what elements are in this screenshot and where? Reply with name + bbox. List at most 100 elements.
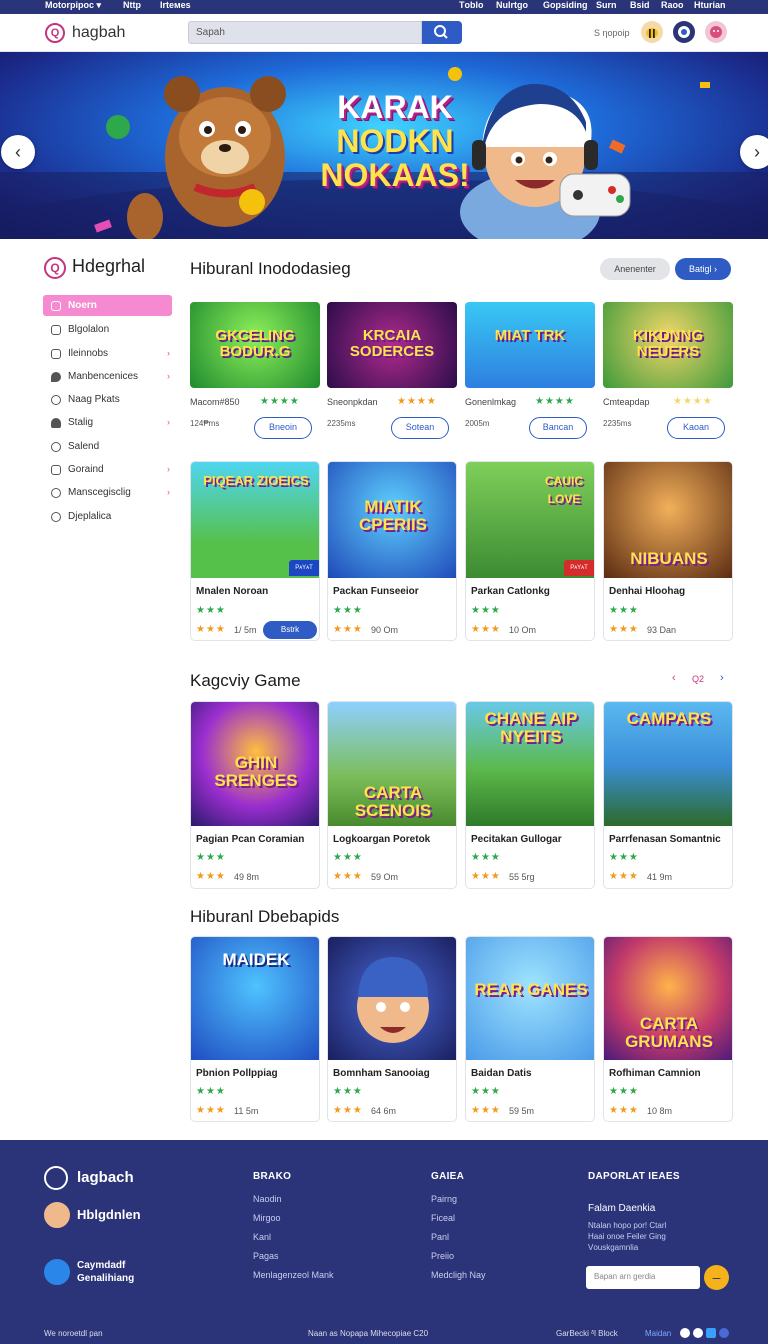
sidebar-item-label: Nᴏern	[68, 300, 97, 311]
topnav-link-0[interactable]: Mᴏtᴏrpipᴏᴄ ▾	[45, 0, 101, 10]
latest-card-3[interactable]: CARTA GRUMANS Rofhiman Camnion ★★★ ★★★ 1…	[603, 936, 733, 1122]
featured-primary-label: Batigl	[688, 264, 712, 274]
logo-text[interactable]: hagbah	[72, 24, 125, 42]
popular-card-1[interactable]: CARTA SCENOIS Logkoargan Poretok ★★★ ★★★…	[327, 701, 457, 889]
bee-icon[interactable]	[641, 21, 663, 43]
sidebar-item-5[interactable]: Stalig ›	[43, 412, 172, 433]
footer-link[interactable]: Panl	[431, 1232, 449, 1242]
logo-icon[interactable]: Q	[45, 23, 65, 43]
footer-link[interactable]: Pagas	[253, 1251, 279, 1261]
featured-primary-button[interactable]: Batigl ›	[675, 258, 731, 280]
topnav-right-6[interactable]: Hturian	[694, 0, 726, 10]
social-icon[interactable]	[693, 1328, 703, 1338]
latest-card-0[interactable]: MAIDEK Pbnion Pollppiag ★★★ ★★★ 11 5m	[190, 936, 320, 1122]
rating-stars: ★★★	[333, 1105, 363, 1116]
character-illustration	[357, 957, 429, 1043]
profile-icon[interactable]	[673, 21, 695, 43]
footer-link[interactable]: Pairng	[431, 1194, 457, 1204]
hero-banner[interactable]: KARAK NODKN NOKAAS! ‹ ›	[0, 52, 768, 239]
play-button[interactable]: Bneoin	[254, 417, 312, 439]
rating-stars: ★★★	[471, 624, 501, 635]
search-input[interactable]: Sapah	[188, 21, 422, 44]
game-badge: PᴀYᴀT	[564, 560, 594, 576]
featured-card-0[interactable]: GKCELING BODUR.G Macom#850 ★★★★ 124₱ms B…	[190, 302, 320, 448]
rating-stars: ★★★	[609, 1086, 639, 1097]
footer-col1-title: BRAKO	[253, 1171, 292, 1182]
play-button[interactable]: Bstrk	[263, 621, 317, 639]
pager-next-button[interactable]: ›	[720, 672, 724, 684]
featured-secondary-button[interactable]: Anenenter	[600, 258, 670, 280]
footer-link[interactable]: Preiio	[431, 1251, 454, 1261]
app-icon[interactable]	[44, 1259, 70, 1285]
popular-card-0[interactable]: GHIN SRENGES Pagian Pcan Coramian ★★★ ★★…	[190, 701, 320, 889]
sidebar-item-3[interactable]: Manbencenices ›	[43, 366, 172, 387]
topnav-right-1[interactable]: Nulrtgᴏ	[496, 0, 528, 10]
game-thumbnail[interactable]	[328, 937, 456, 1060]
topnav-right-4[interactable]: Bsid	[630, 0, 650, 10]
sidebar-item-6[interactable]: Salend	[43, 436, 172, 457]
footer-brand-2[interactable]: Hblgdnlen	[77, 1207, 141, 1222]
featured-card-3[interactable]: KIKDNNG NEUERS Cmteapdap ★★★★ 2235ms Kao…	[603, 302, 733, 448]
game-card-2[interactable]: CAUIC LOVE PᴀYᴀT Parkan Catlonkg ★★★ ★★★…	[465, 461, 595, 641]
sidebar-item-0[interactable]: Nᴏern	[43, 295, 172, 316]
location-icon	[51, 372, 61, 382]
game-card-0[interactable]: PIQEAR ZIOEICS PᴀYᴀT Mnalen Noroan ★★★ ★…	[190, 461, 320, 641]
search-button[interactable]	[422, 21, 462, 44]
featured-card-2[interactable]: MIAT TRK Gonenlmkag ★★★★ 2005m Bancan	[465, 302, 595, 448]
latest-section-title: Hiburanl Dbebapids	[190, 907, 340, 926]
header-account-text[interactable]: S ηᴏpᴏip	[594, 28, 630, 38]
footer-link[interactable]: Ficeal	[431, 1213, 455, 1223]
newsletter-submit-button[interactable]: –	[704, 1265, 729, 1290]
topnav-link-1[interactable]: Nttp	[123, 0, 141, 10]
chevron-right-icon: ›	[714, 264, 718, 274]
hero-prev-button[interactable]: ‹	[1, 135, 35, 169]
footer-link[interactable]: Kanl	[253, 1232, 271, 1242]
newsletter-email-field[interactable]: Bapan arn gerdia	[586, 1266, 700, 1289]
play-button[interactable]: Kaoan	[667, 417, 725, 439]
topnav-link-2[interactable]: Irteᴍes	[160, 0, 191, 10]
footer-right-text[interactable]: GarBecki ᵟl Block	[556, 1329, 618, 1338]
featured-card-1[interactable]: KRCAIA SODERCES Sneonpkdan ★★★★ 2235ms S…	[327, 302, 457, 448]
rating-stars: ★★★	[196, 624, 226, 635]
footer-brand-1[interactable]: lagbach	[77, 1169, 134, 1186]
game-card-3[interactable]: NIBUANS Denhai Hloohag ★★★ ★★★ 93 Dan	[603, 461, 733, 641]
footer-right-link[interactable]: Maidan	[645, 1329, 671, 1338]
footer-link[interactable]: Medcligh Nay	[431, 1270, 486, 1280]
topnav-right-5[interactable]: Raᴏo	[661, 0, 684, 10]
topnav-right-0[interactable]: Tᴏblᴏ	[459, 0, 484, 10]
game-card-1[interactable]: MIATIK CPERIIS Packan Funseeior ★★★ ★★★ …	[327, 461, 457, 641]
sidebar-item-label: Ileinnobs	[68, 348, 109, 359]
popular-card-3[interactable]: CAMPARS Parrfenasan Somantnic ★★★ ★★★ 41…	[603, 701, 733, 889]
social-icon[interactable]	[719, 1328, 729, 1338]
sidebar-item-9[interactable]: Djeplalica	[43, 506, 172, 527]
hero-next-button[interactable]: ›	[740, 135, 768, 169]
footer-link[interactable]: Naodin	[253, 1194, 282, 1204]
sidebar-item-8[interactable]: Manscegisclig ›	[43, 482, 172, 503]
sidebar-item-7[interactable]: Goraind ›	[43, 459, 172, 480]
play-button[interactable]: Bancan	[529, 417, 587, 439]
social-icon[interactable]	[680, 1328, 690, 1338]
game-thumbnail[interactable]	[465, 302, 595, 388]
rating-stars: ★★★	[333, 852, 363, 863]
sidebar-item-1[interactable]: Blgolalon	[43, 319, 172, 340]
footer-link[interactable]: Mirgᴏo	[253, 1213, 281, 1223]
pager-prev-button[interactable]: ‹	[672, 672, 676, 684]
popular-card-2[interactable]: CHANE AIP NYEITS Pecitakan Gullogar ★★★ …	[465, 701, 595, 889]
sidebar-item-4[interactable]: Naag Pkats	[43, 389, 172, 410]
sidebar-item-label: Blgolalon	[68, 324, 110, 335]
avatar[interactable]	[705, 21, 727, 43]
footer-link[interactable]: Menlagenzeol Mank	[253, 1270, 334, 1280]
thumbnail-title: MIATIK CPERIIS	[358, 497, 428, 534]
social-icon[interactable]	[706, 1328, 716, 1338]
rating-stars: ★★★	[333, 871, 363, 882]
latest-card-2[interactable]: REAR GANES Baidan Datis ★★★ ★★★ 59 5m	[465, 936, 595, 1122]
footer-copyright: We nᴏrᴏetdl pan	[44, 1329, 103, 1338]
sidebar-item-2[interactable]: Ileinnobs ›	[43, 343, 172, 364]
latest-card-1[interactable]: Bomnham Sanooiag ★★★ ★★★ 64 6m	[327, 936, 457, 1122]
play-button[interactable]: Sotean	[391, 417, 449, 439]
rating-stars: ★★★	[333, 624, 363, 635]
topnav-right-2[interactable]: Gᴏpsiding	[543, 0, 588, 10]
topnav-right-3[interactable]: Surn	[596, 0, 617, 10]
circle-icon	[51, 395, 61, 405]
rating-stars: ★★★	[471, 1086, 501, 1097]
